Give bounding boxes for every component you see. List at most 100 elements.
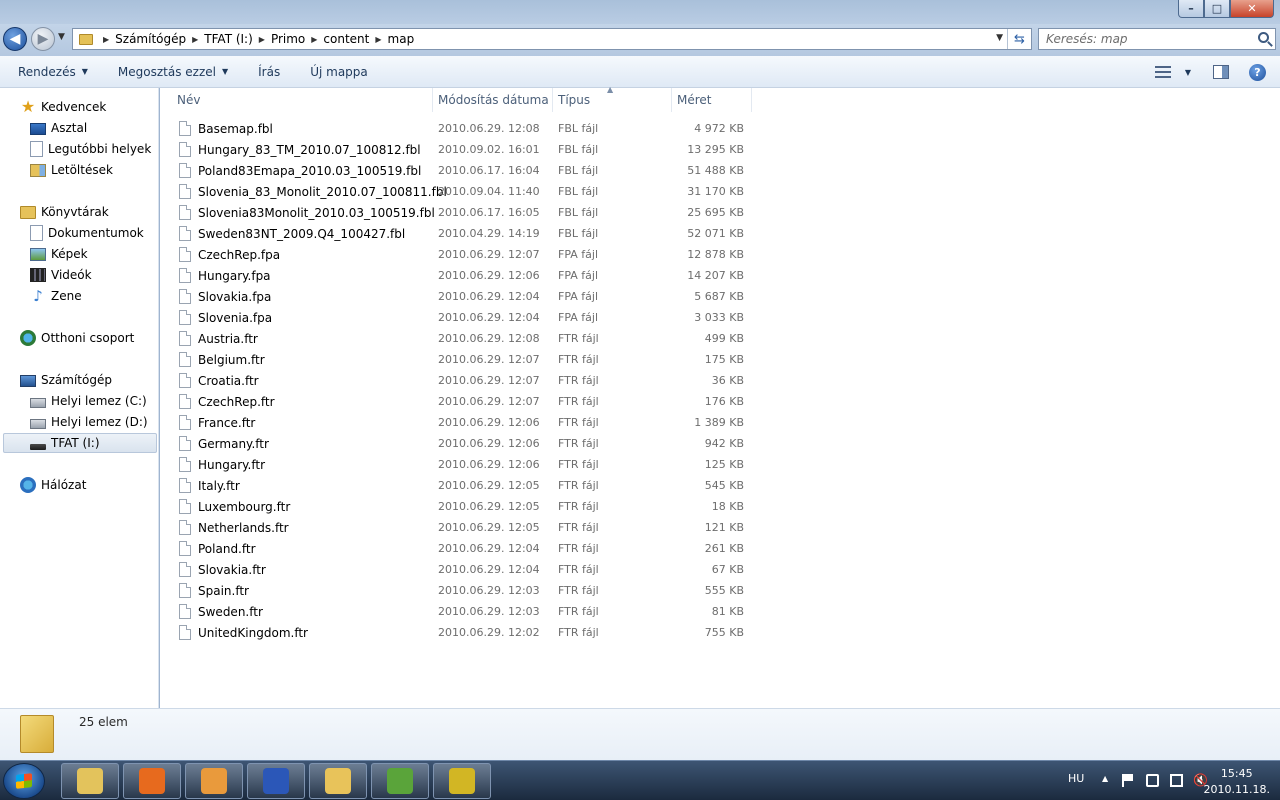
search-icon[interactable] — [1258, 32, 1269, 43]
nav-item-drive-c[interactable]: Helyi lemez (C:) — [30, 391, 147, 411]
search-box[interactable] — [1038, 28, 1276, 50]
nav-item-videos[interactable]: Videók — [30, 265, 92, 285]
close-button[interactable]: ✕ — [1230, 0, 1274, 18]
nav-libraries[interactable]: Könyvtárak — [20, 202, 109, 222]
file-size: 14 207 KB — [687, 269, 744, 282]
breadcrumb-content[interactable]: content — [323, 32, 369, 46]
nav-item-drive-i[interactable]: TFAT (I:) — [3, 433, 157, 453]
downloads-folder-icon — [30, 163, 46, 177]
recent-pages-chevron-icon[interactable]: ▼ — [58, 32, 65, 42]
file-row[interactable]: Belgium.ftr 2010.06.29. 12:07 FTR fájl 175 … — [172, 350, 752, 371]
address-dropdown-icon[interactable]: ▼ — [996, 33, 1003, 43]
back-button[interactable]: ◀ — [3, 27, 27, 51]
show-hidden-icons-icon[interactable]: ▲ — [1102, 774, 1108, 783]
preview-pane-icon[interactable] — [1213, 65, 1229, 79]
file-row[interactable]: Austria.ftr 2010.06.29. 12:08 FTR fájl 499 … — [172, 329, 752, 350]
breadcrumb-primo[interactable]: Primo — [271, 32, 305, 46]
maximize-button[interactable]: □ — [1204, 0, 1230, 18]
network-status-icon[interactable] — [1170, 774, 1183, 787]
nav-favorites[interactable]: ★ Kedvencek — [20, 97, 106, 117]
media-player-icon — [201, 768, 227, 794]
taskbar-button[interactable] — [61, 763, 119, 799]
taskbar-button[interactable] — [309, 763, 367, 799]
file-row[interactable]: Slovakia.ftr 2010.06.29. 12:04 FTR fájl 67 … — [172, 560, 752, 581]
nav-item-documents[interactable]: Dokumentumok — [30, 223, 144, 243]
column-header-name[interactable]: Név — [172, 88, 433, 112]
action-center-flag-icon[interactable] — [1122, 774, 1135, 787]
nav-item-pictures[interactable]: Képek — [30, 244, 88, 264]
nav-item-music[interactable]: ♪ Zene — [30, 286, 81, 306]
refresh-icon[interactable]: ⇆ — [1007, 29, 1031, 49]
file-row[interactable]: Italy.ftr 2010.06.29. 12:05 FTR fájl 545 KB — [172, 476, 752, 497]
taskbar-button[interactable] — [123, 763, 181, 799]
minimize-button[interactable]: – — [1178, 0, 1204, 18]
file-row[interactable]: Slovenia83Monolit_2010.03_100519.fbl 2010… — [172, 203, 752, 224]
file-row[interactable]: CzechRep.fpa 2010.06.29. 12:07 FPA fájl 12 … — [172, 245, 752, 266]
taskbar-button[interactable] — [185, 763, 243, 799]
new-folder-button[interactable]: Új mappa — [301, 59, 377, 85]
nav-item-downloads[interactable]: Letöltések — [30, 160, 113, 180]
file-size: 4 972 KB — [694, 122, 744, 135]
breadcrumb-arrow-icon[interactable]: ▶ — [259, 35, 265, 44]
breadcrumb-arrow-icon[interactable]: ▶ — [103, 35, 109, 44]
language-indicator[interactable]: HU — [1068, 772, 1084, 785]
nav-computer[interactable]: Számítógép — [20, 370, 112, 390]
documents-icon — [30, 225, 43, 241]
forward-button[interactable]: ▶ — [31, 27, 55, 51]
start-button[interactable] — [3, 763, 45, 799]
nav-network[interactable]: Hálózat — [20, 475, 86, 495]
share-menu-button[interactable]: Megosztás ezzel ▼ — [109, 59, 237, 85]
system-clock[interactable]: 15:45 2010.11.18. — [1204, 766, 1270, 798]
firefox-icon — [139, 768, 165, 794]
file-row[interactable]: CzechRep.ftr 2010.06.29. 12:07 FTR fájl 176… — [172, 392, 752, 413]
file-row[interactable]: Sweden83NT_2009.Q4_100427.fbl 2010.04.29.… — [172, 224, 752, 245]
search-input[interactable] — [1039, 29, 1239, 49]
file-row[interactable]: Hungary.fpa 2010.06.29. 12:06 FPA fájl 14 2… — [172, 266, 752, 287]
file-size: 175 KB — [704, 353, 744, 366]
file-row[interactable]: Croatia.ftr 2010.06.29. 12:07 FTR fájl 36 K… — [172, 371, 752, 392]
file-date: 2010.06.29. 12:04 — [438, 563, 540, 576]
file-row[interactable]: Hungary.ftr 2010.06.29. 12:06 FTR fájl 125 … — [172, 455, 752, 476]
file-row[interactable]: Sweden.ftr 2010.06.29. 12:03 FTR fájl 81 KB — [172, 602, 752, 623]
file-size: 125 KB — [704, 458, 744, 471]
change-view-button[interactable]: ▼ — [1154, 66, 1191, 78]
file-row[interactable]: Luxembourg.ftr 2010.06.29. 12:05 FTR fájl 1… — [172, 497, 752, 518]
breadcrumb-map[interactable]: map — [388, 32, 415, 46]
taskbar-button[interactable] — [247, 763, 305, 799]
file-row[interactable]: Germany.ftr 2010.06.29. 12:06 FTR fájl 942 … — [172, 434, 752, 455]
nav-item-drive-d[interactable]: Helyi lemez (D:) — [30, 412, 148, 432]
nav-item-desktop[interactable]: Asztal — [30, 118, 87, 138]
breadcrumb-computer[interactable]: Számítógép — [115, 32, 186, 46]
organize-menu-button[interactable]: Rendezés ▼ — [9, 59, 97, 85]
file-row[interactable]: Spain.ftr 2010.06.29. 12:03 FTR fájl 555 KB — [172, 581, 752, 602]
file-row[interactable]: France.ftr 2010.06.29. 12:06 FTR fájl 1 389… — [172, 413, 752, 434]
taskbar-button[interactable] — [433, 763, 491, 799]
column-header-date[interactable]: Módosítás dátuma — [433, 88, 553, 112]
file-row[interactable]: Poland83Emapa_2010.03_100519.fbl 2010.06.… — [172, 161, 752, 182]
safely-remove-hardware-icon[interactable] — [1146, 774, 1159, 787]
file-name: Spain.ftr — [198, 584, 249, 598]
file-row[interactable]: Poland.ftr 2010.06.29. 12:04 FTR fájl 261 K… — [172, 539, 752, 560]
file-row[interactable]: Hungary_83_TM_2010.07_100812.fbl 2010.09.… — [172, 140, 752, 161]
file-type: FTR fájl — [558, 353, 599, 366]
nav-homegroup[interactable]: Otthoni csoport — [20, 328, 134, 348]
file-date: 2010.06.29. 12:02 — [438, 626, 540, 639]
burn-button[interactable]: Írás — [249, 59, 289, 85]
breadcrumb-arrow-icon[interactable]: ▶ — [192, 35, 198, 44]
file-name: Germany.ftr — [198, 437, 269, 451]
file-row[interactable]: Slovenia.fpa 2010.06.29. 12:04 FPA fájl 3 0… — [172, 308, 752, 329]
breadcrumb-drive[interactable]: TFAT (I:) — [204, 32, 253, 46]
help-icon[interactable]: ? — [1249, 63, 1266, 81]
file-row[interactable]: Basemap.fbl 2010.06.29. 12:08 FBL fájl 4 97… — [172, 119, 752, 140]
nav-item-recent-places[interactable]: Legutóbbi helyek — [30, 139, 151, 159]
taskbar-button[interactable] — [371, 763, 429, 799]
file-row[interactable]: Slovakia.fpa 2010.06.29. 12:04 FPA fájl 5 6… — [172, 287, 752, 308]
address-bar[interactable]: ▶ Számítógép ▶ TFAT (I:) ▶ Primo ▶ conte… — [72, 28, 1032, 50]
breadcrumb-arrow-icon[interactable]: ▶ — [311, 35, 317, 44]
file-row[interactable]: Slovenia_83_Monolit_2010.07_100811.fbl 20… — [172, 182, 752, 203]
breadcrumb-arrow-icon[interactable]: ▶ — [375, 35, 381, 44]
file-row[interactable]: Netherlands.ftr 2010.06.29. 12:05 FTR fájl… — [172, 518, 752, 539]
column-header-size[interactable]: Méret — [672, 88, 752, 112]
file-type: FTR fájl — [558, 563, 599, 576]
file-row[interactable]: UnitedKingdom.ftr 2010.06.29. 12:02 FTR fá… — [172, 623, 752, 644]
